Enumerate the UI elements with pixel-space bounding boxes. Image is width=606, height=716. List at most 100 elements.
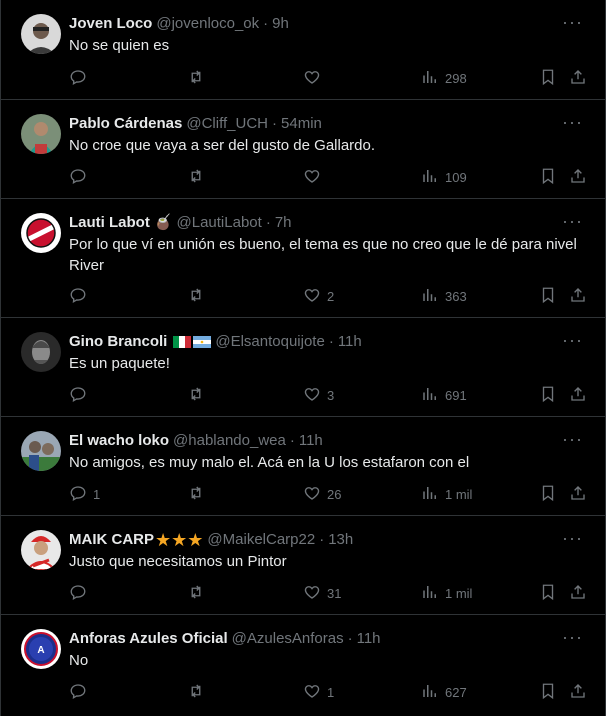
timestamp[interactable]: 9h	[272, 14, 289, 34]
timestamp[interactable]: 11h	[338, 332, 362, 352]
flag-badges	[171, 336, 212, 348]
like-button[interactable]: 1	[303, 681, 334, 703]
tweet[interactable]: Lauti Labot 🧉 @LautiLabot · 7h ··· Por l…	[1, 199, 605, 318]
tweet[interactable]: Pablo Cárdenas @Cliff_UCH · 54min ··· No…	[1, 100, 605, 199]
retweet-button[interactable]	[187, 67, 211, 89]
tweet-header: Joven Loco @jovenloco_ok · 9h	[69, 14, 565, 34]
more-icon[interactable]: ···	[562, 12, 583, 32]
reply-button[interactable]	[69, 681, 93, 703]
user-handle[interactable]: @jovenloco_ok	[156, 14, 259, 34]
retweet-icon	[187, 286, 205, 307]
bookmark-button[interactable]	[539, 285, 557, 307]
tweet-header: Pablo Cárdenas @Cliff_UCH · 54min	[69, 114, 565, 134]
avatar[interactable]	[21, 332, 61, 372]
views-button[interactable]: 298	[421, 67, 467, 89]
like-button[interactable]	[303, 166, 327, 188]
display-name[interactable]: Pablo Cárdenas	[69, 114, 182, 134]
tweet[interactable]: A Anforas Azules Oficial @AzulesAnforas …	[1, 615, 605, 716]
retweet-button[interactable]	[187, 166, 211, 188]
more-icon[interactable]: ···	[562, 112, 583, 132]
display-name[interactable]: Joven Loco	[69, 14, 152, 34]
views-button[interactable]: 627	[421, 681, 467, 703]
share-button[interactable]	[569, 384, 587, 406]
timestamp[interactable]: 13h	[328, 530, 353, 550]
separator-dot: ·	[319, 531, 325, 548]
timestamp[interactable]: 54min	[281, 114, 322, 134]
share-button[interactable]	[569, 681, 587, 703]
tweet-text: No	[69, 652, 89, 669]
avatar[interactable]: A	[21, 629, 61, 669]
more-icon[interactable]: ···	[562, 330, 583, 350]
avatar[interactable]	[21, 114, 61, 154]
tweet[interactable]: Gino Brancoli @Elsantoquijote · 11h ··· …	[1, 318, 605, 417]
retweet-button[interactable]	[187, 384, 211, 406]
views-count: 109	[445, 169, 467, 185]
more-icon[interactable]: ···	[562, 528, 583, 548]
like-button[interactable]: 26	[303, 483, 341, 505]
display-name[interactable]: Lauti Labot	[69, 213, 150, 233]
share-button[interactable]	[569, 483, 587, 505]
display-name[interactable]: Gino Brancoli	[69, 332, 167, 352]
more-icon[interactable]: ···	[562, 429, 583, 449]
share-button[interactable]	[569, 166, 587, 188]
display-name[interactable]: Anforas Azules Oficial	[69, 629, 228, 649]
reply-button[interactable]	[69, 67, 93, 89]
user-handle[interactable]: @hablando_wea	[173, 431, 286, 451]
user-handle[interactable]: @Elsantoquijote	[215, 332, 324, 352]
views-button[interactable]: 1 mil	[421, 483, 472, 505]
views-button[interactable]: 691	[421, 384, 467, 406]
like-button[interactable]: 31	[303, 582, 341, 604]
views-count: 627	[445, 684, 467, 700]
reply-icon	[69, 167, 87, 188]
avatar[interactable]	[21, 431, 61, 471]
user-handle[interactable]: @AzulesAnforas	[232, 629, 344, 649]
timestamp[interactable]: 11h	[299, 431, 323, 451]
views-button[interactable]: 363	[421, 285, 467, 307]
reply-button[interactable]: 1	[69, 483, 100, 505]
retweet-button[interactable]	[187, 681, 211, 703]
bookmark-button[interactable]	[539, 384, 557, 406]
views-count: 1 mil	[445, 585, 473, 601]
share-button[interactable]	[569, 67, 587, 89]
more-icon[interactable]: ···	[562, 211, 583, 231]
display-name[interactable]: El wacho loko	[69, 431, 169, 451]
user-handle[interactable]: @Cliff_UCH	[186, 114, 268, 134]
bookmark-button[interactable]	[539, 483, 557, 505]
reply-button[interactable]	[69, 285, 93, 307]
avatar[interactable]	[21, 14, 61, 54]
share-button[interactable]	[569, 285, 587, 307]
action-bar: 1 627	[69, 681, 593, 703]
timestamp[interactable]: 11h	[357, 629, 381, 649]
views-icon	[421, 682, 439, 703]
views-button[interactable]: 1 mil	[421, 582, 472, 604]
bookmark-button[interactable]	[539, 582, 557, 604]
retweet-button[interactable]	[187, 285, 211, 307]
avatar[interactable]	[21, 530, 61, 570]
bookmark-button[interactable]	[539, 681, 557, 703]
heart-icon	[303, 484, 321, 505]
retweet-button[interactable]	[187, 582, 211, 604]
user-handle[interactable]: @MaikelCarp22	[207, 530, 315, 550]
bookmark-button[interactable]	[539, 67, 557, 89]
more-icon[interactable]: ···	[562, 627, 583, 647]
reply-icon	[69, 385, 87, 406]
tweet[interactable]: El wacho loko @hablando_wea · 11h ··· No…	[1, 417, 605, 516]
timestamp[interactable]: 7h	[275, 213, 292, 233]
tweet[interactable]: Joven Loco @jovenloco_ok · 9h ··· No se …	[1, 0, 605, 100]
display-name[interactable]: MAIK CARP	[69, 530, 154, 550]
retweet-button[interactable]	[187, 483, 211, 505]
reply-button[interactable]	[69, 582, 93, 604]
bookmark-button[interactable]	[539, 166, 557, 188]
like-button[interactable]: 3	[303, 384, 334, 406]
retweet-icon	[187, 583, 205, 604]
share-button[interactable]	[569, 582, 587, 604]
user-handle[interactable]: @LautiLabot	[177, 213, 262, 233]
avatar[interactable]	[21, 213, 61, 253]
tweet[interactable]: MAIK CARP ★★★ @MaikelCarp22 · 13h ··· Ju…	[1, 516, 605, 615]
like-button[interactable]	[303, 67, 327, 89]
views-button[interactable]: 109	[421, 166, 467, 188]
like-button[interactable]: 2	[303, 285, 334, 307]
reply-button[interactable]	[69, 166, 93, 188]
argentina-flag	[193, 336, 212, 348]
reply-button[interactable]	[69, 384, 93, 406]
